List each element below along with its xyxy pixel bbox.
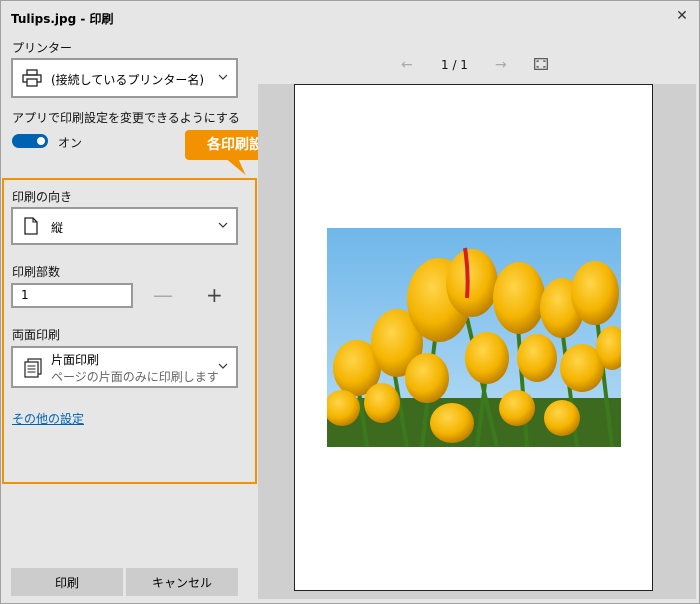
copies-input[interactable]: 1	[11, 283, 133, 308]
printer-icon	[22, 69, 42, 87]
close-icon[interactable]: ✕	[673, 7, 691, 25]
duplex-description: ページの片面のみに印刷します	[51, 370, 219, 384]
decrement-button[interactable]: —	[153, 285, 173, 305]
chevron-down-icon	[218, 222, 228, 228]
single-sided-document-icon	[24, 358, 42, 378]
app-settings-label: アプリで印刷設定を変更できるようにする	[12, 111, 240, 125]
fit-to-page-icon[interactable]	[534, 58, 548, 70]
printer-label: プリンター	[12, 41, 73, 55]
chevron-down-icon	[218, 363, 228, 369]
toggle-state-label: オン	[58, 136, 83, 150]
printer-select[interactable]: (接続しているプリンター名)	[11, 58, 238, 98]
previous-page-arrow-icon[interactable]: ←	[401, 57, 413, 73]
orientation-label: 印刷の向き	[12, 190, 73, 204]
page-indicator: 1 / 1	[441, 58, 468, 72]
window-title: Tulips.jpg - 印刷	[11, 12, 114, 26]
tulip-photo	[327, 228, 621, 447]
next-page-arrow-icon[interactable]: →	[495, 57, 507, 73]
cancel-button[interactable]: キャンセル	[126, 568, 238, 596]
app-settings-toggle[interactable]	[12, 134, 48, 148]
portrait-page-icon	[24, 217, 38, 235]
toggle-knob	[37, 137, 45, 145]
print-button[interactable]: 印刷	[11, 568, 123, 596]
copies-label: 印刷部数	[12, 265, 61, 279]
duplex-value: 片面印刷	[51, 353, 100, 367]
increment-button[interactable]: +	[206, 285, 223, 305]
more-settings-link[interactable]: その他の設定	[12, 410, 84, 427]
callout-tail	[226, 159, 248, 175]
orientation-select[interactable]: 縦	[11, 207, 238, 245]
chevron-down-icon	[218, 74, 228, 80]
orientation-value: 縦	[51, 221, 64, 235]
duplex-label: 両面印刷	[12, 328, 61, 342]
duplex-select[interactable]: 片面印刷 ページの片面のみに印刷します	[11, 346, 238, 388]
printer-value: (接続しているプリンター名)	[51, 73, 205, 87]
